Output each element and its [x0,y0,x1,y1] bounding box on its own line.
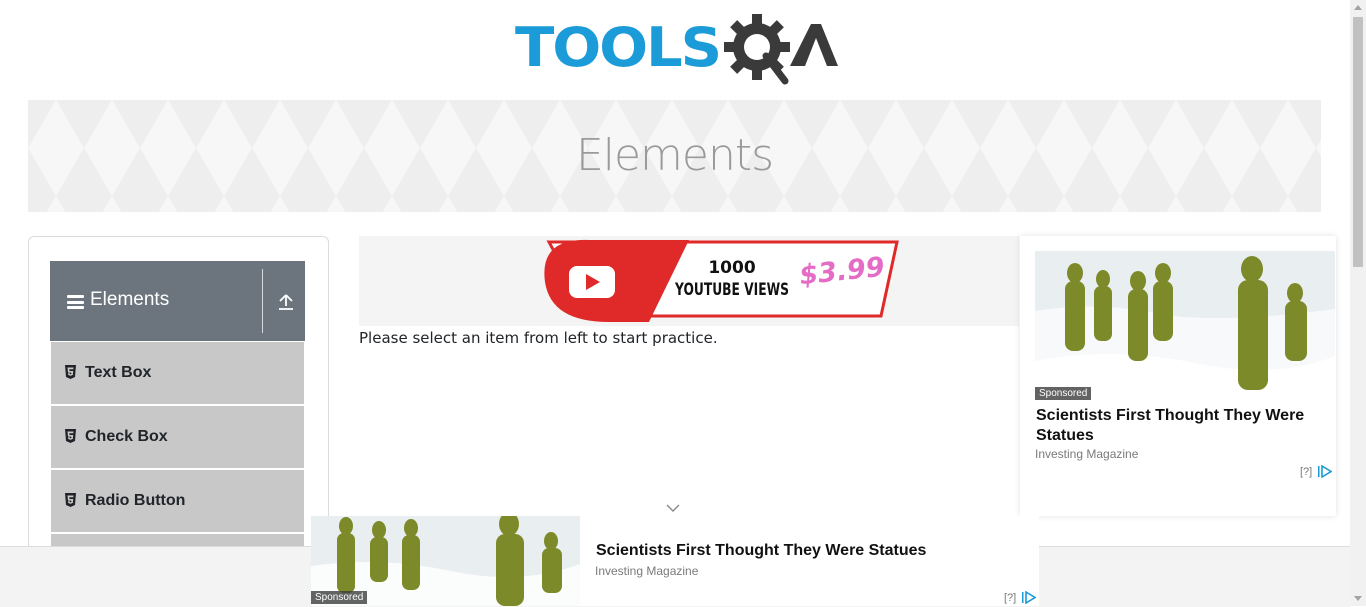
ad-info-link[interactable]: [?] [1004,592,1016,604]
instruction-text: Please select an item from left to start… [359,329,718,347]
sidebar-item-label: Radio Button [85,492,186,509]
youtube-play-icon [569,266,615,298]
sidebar-item-label: Text Box [85,364,152,381]
sidebar-item-text-box[interactable]: Text Box [51,342,304,406]
sidebar-group-title: Elements [90,289,170,310]
ad-source[interactable]: Investing Magazine [595,564,698,578]
scroll-down-arrow-icon[interactable] [1354,596,1362,601]
promo-line1: 1000 [708,258,755,278]
adchoices-icon[interactable] [1022,591,1036,604]
sidebar-item-check-box[interactable]: Check Box [51,406,304,470]
scroll-up-arrow-icon[interactable] [1354,5,1362,10]
sidebar-item-label: Check Box [85,428,168,445]
page-title: Elements [575,130,774,181]
promo-banner-ad[interactable]: 1000 YOUTUBE VIEWS $3.99 [359,236,1019,326]
adchoices-icon[interactable] [1318,465,1332,478]
hamburger-icon [67,295,84,309]
sponsored-ad-bottom[interactable]: Sponsored Scientists First Thought They … [311,516,1039,606]
sidebar-group-elements[interactable]: Elements [50,261,305,341]
html5-icon [65,493,76,507]
sponsored-ad-right[interactable]: Sponsored Scientists First Thought They … [1020,236,1336,516]
toolsqa-logo[interactable]: TOOLS [515,14,840,92]
logo-text-tools: TOOLS [515,16,720,79]
ad-image-statues[interactable]: Sponsored [1035,251,1335,401]
promo-line2: YOUTUBE VIEWS [674,280,789,300]
sponsored-badge: Sponsored [311,591,368,604]
ad-source[interactable]: Investing Magazine [1035,447,1138,461]
html5-icon [65,429,76,443]
ad-info-link[interactable]: [?] [1300,466,1312,478]
ad-headline[interactable]: Scientists First Thought They Were Statu… [596,542,926,560]
upload-arrow-icon[interactable] [277,293,295,311]
ad-image-statues[interactable]: Sponsored [311,516,580,606]
scrollbar-thumb[interactable] [1353,17,1363,267]
logo-letter-a [790,24,838,66]
page-banner: Elements [28,100,1321,212]
ad-headline[interactable]: Scientists First Thought They Were Statu… [1036,406,1321,446]
sidebar-item-radio-button[interactable]: Radio Button [51,470,304,534]
page-scrollbar[interactable] [1350,0,1366,606]
html5-icon [65,365,76,379]
chevron-down-icon[interactable] [666,503,680,513]
header-divider [262,269,263,333]
sponsored-badge: Sponsored [1035,387,1092,400]
gear-icon [724,14,790,85]
